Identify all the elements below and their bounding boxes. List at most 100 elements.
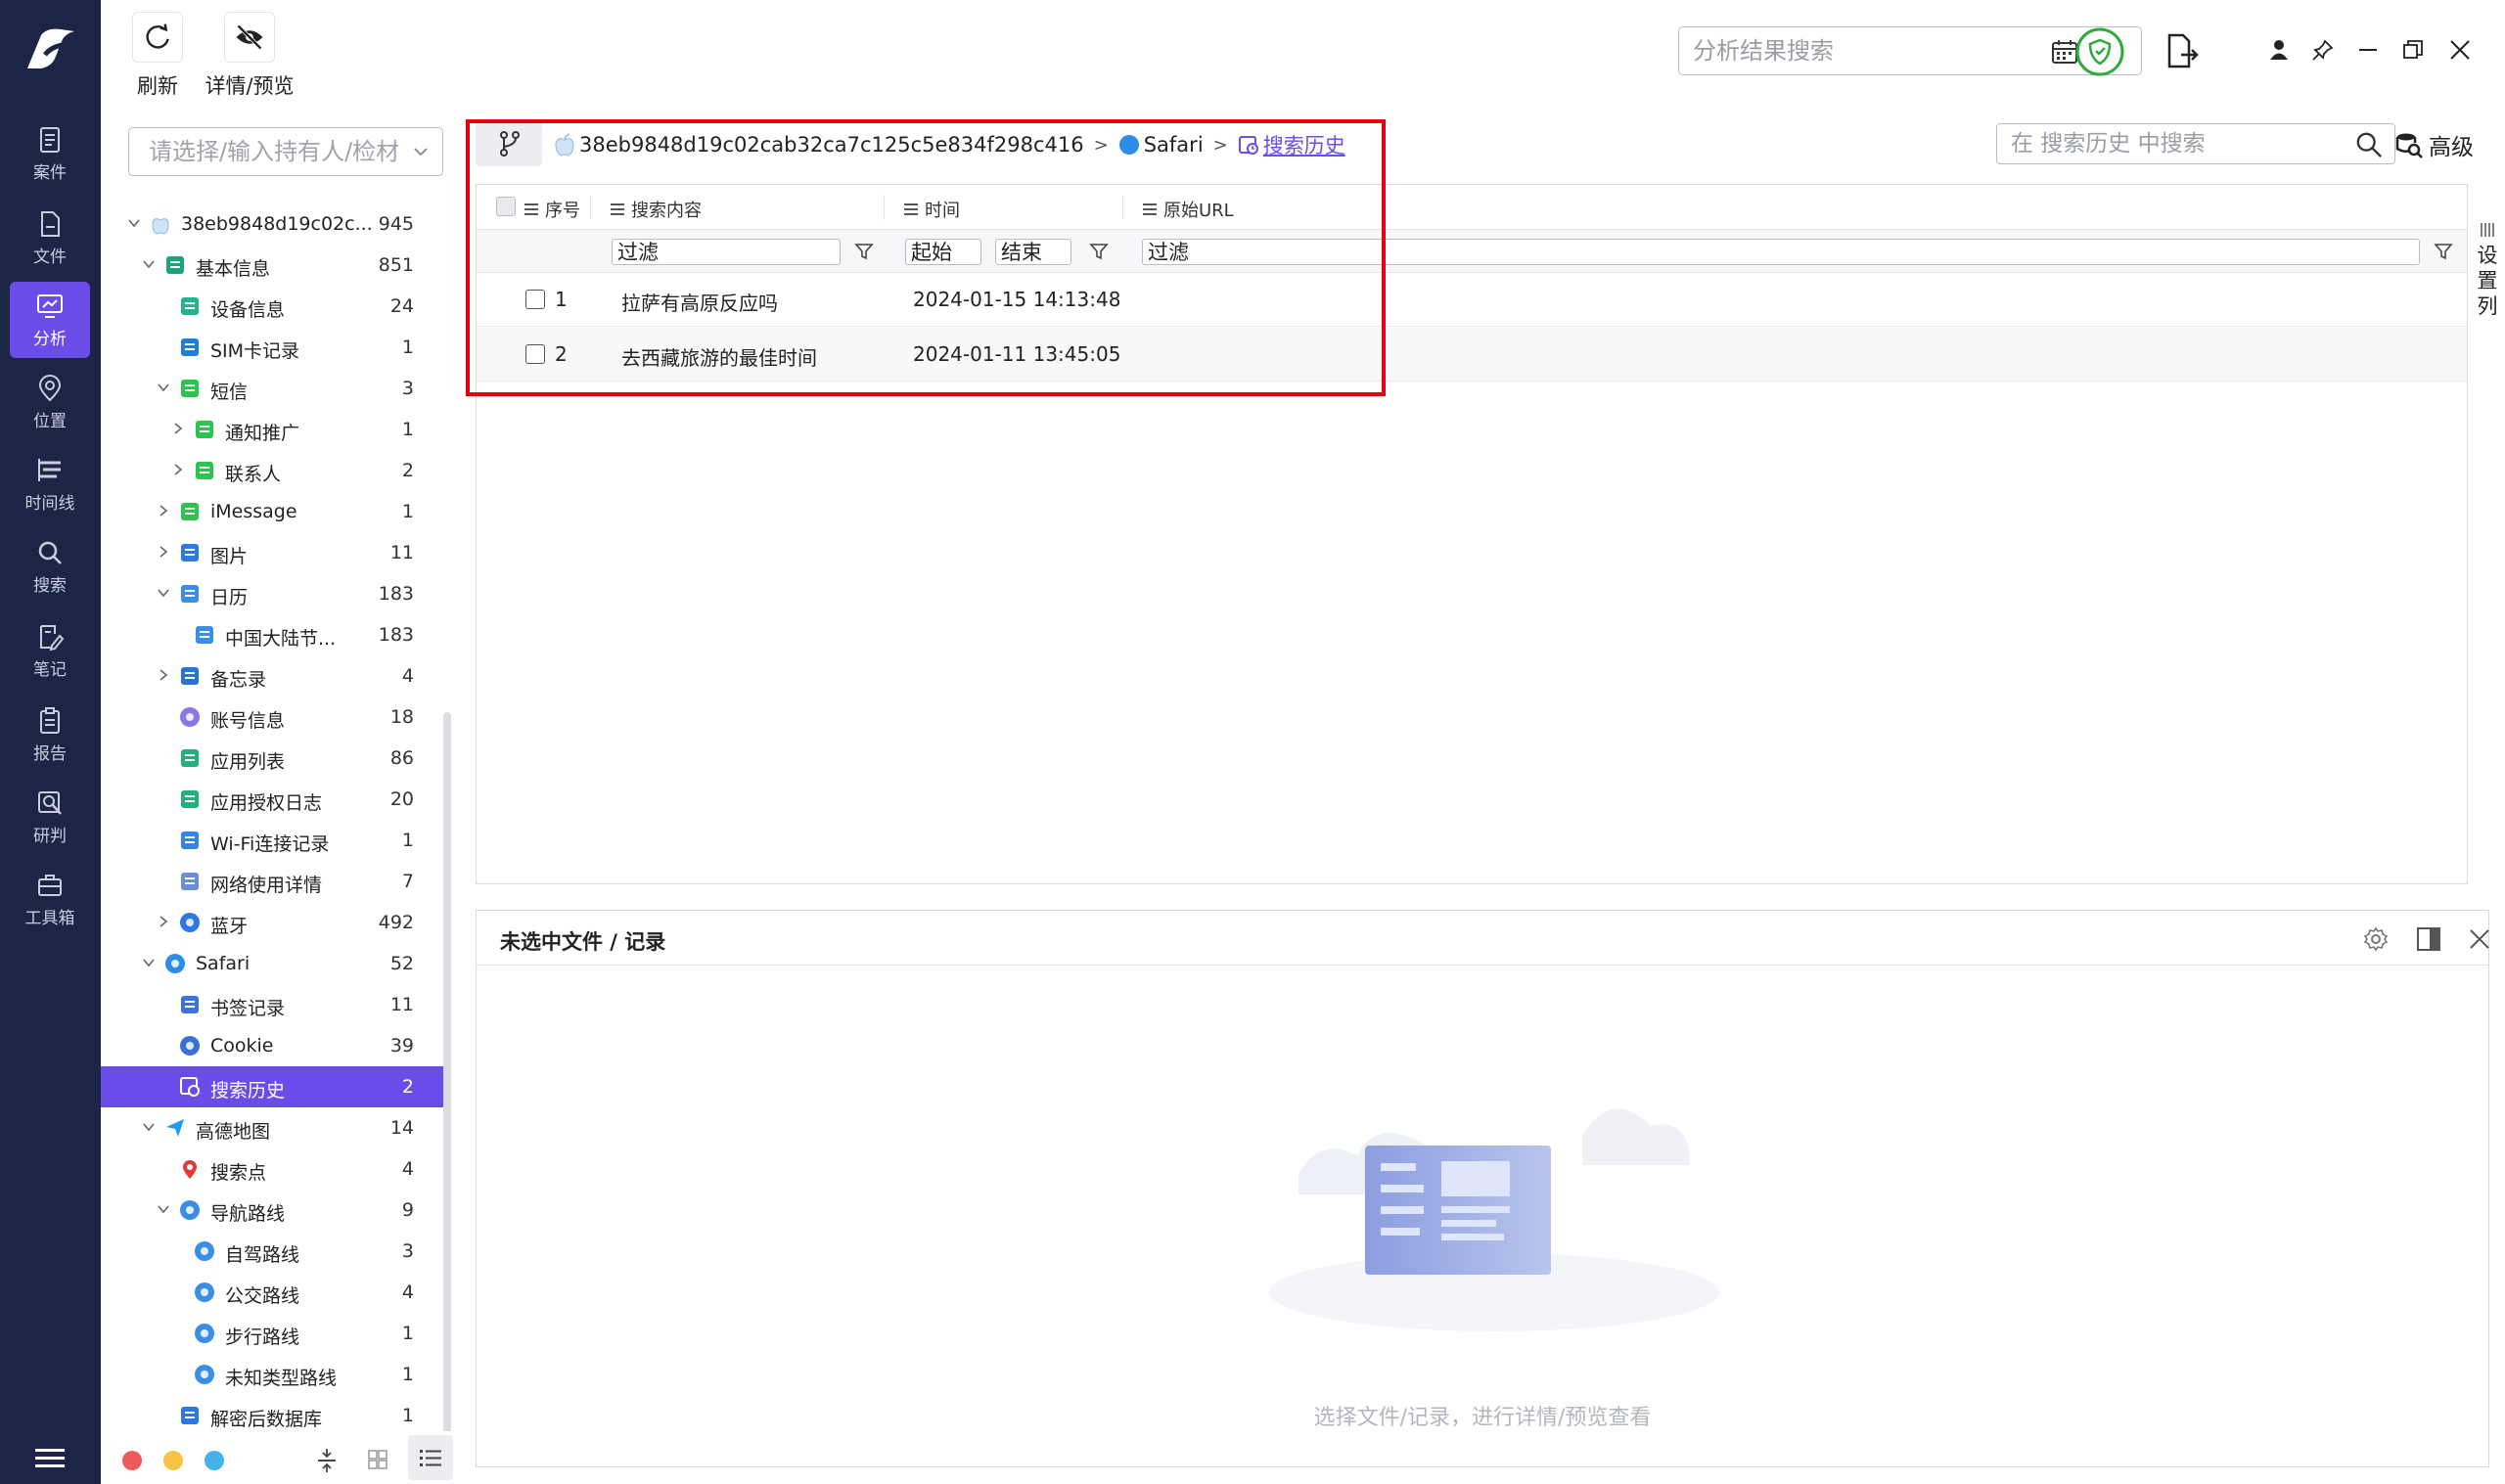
restore-icon[interactable] xyxy=(2402,39,2424,61)
user-icon[interactable] xyxy=(2269,39,2289,61)
set-columns-button[interactable]: 设置列 xyxy=(2470,184,2505,884)
tree-item[interactable]: 日历 183 xyxy=(101,573,443,614)
chevron-right-icon[interactable] xyxy=(156,667,171,683)
column-header-url[interactable]: 原始URL xyxy=(1142,197,1234,222)
column-divider[interactable] xyxy=(590,195,591,220)
close-icon[interactable] xyxy=(2469,928,2490,950)
nav-item-file[interactable]: 文件 xyxy=(10,200,90,276)
tree-item[interactable]: 书签记录 11 xyxy=(101,984,443,1025)
row-checkbox[interactable] xyxy=(525,344,545,364)
chevron-right-icon[interactable] xyxy=(170,462,186,477)
nav-item-search[interactable]: 搜索 xyxy=(10,528,90,605)
filter-icon[interactable] xyxy=(2434,242,2453,261)
yellow-dot-icon[interactable] xyxy=(163,1451,183,1470)
holder-select[interactable] xyxy=(128,127,443,176)
tree-item[interactable]: Cookie 39 xyxy=(101,1025,443,1066)
menu-icon[interactable] xyxy=(35,1448,65,1469)
pin-icon[interactable] xyxy=(2312,39,2334,61)
nav-item-judge[interactable]: 研判 xyxy=(10,779,90,855)
tree-item[interactable]: 账号信息 18 xyxy=(101,697,443,738)
grid-view-icon[interactable] xyxy=(367,1449,388,1470)
tree-scrollbar[interactable] xyxy=(443,712,451,1484)
chevron-right-icon[interactable] xyxy=(156,914,171,929)
detail-preview-button[interactable]: 详情/预览 xyxy=(195,12,304,100)
tree-item[interactable]: 应用授权日志 20 xyxy=(101,779,443,820)
tree-item[interactable]: 导航路线 9 xyxy=(101,1190,443,1231)
tree-item[interactable]: 应用列表 86 xyxy=(101,738,443,779)
chevron-down-icon[interactable] xyxy=(141,1119,157,1135)
inner-search-input[interactable] xyxy=(2011,129,2334,158)
filter-icon[interactable] xyxy=(854,242,874,261)
nav-item-report[interactable]: 报告 xyxy=(10,697,90,773)
chevron-down-icon[interactable] xyxy=(156,585,171,601)
collapse-all-icon[interactable] xyxy=(316,1447,338,1474)
chevron-right-icon[interactable] xyxy=(156,544,171,560)
close-icon[interactable] xyxy=(2449,39,2471,61)
refresh-button[interactable]: 刷新 xyxy=(114,12,201,100)
column-divider[interactable] xyxy=(1122,195,1123,220)
select-all-checkbox[interactable] xyxy=(496,197,516,216)
nav-item-analysis[interactable]: 分析 xyxy=(10,282,90,358)
table-row[interactable]: 1 拉萨有高原反应吗 2024-01-15 14:13:48 xyxy=(477,273,2467,327)
chevron-down-icon[interactable] xyxy=(156,1201,171,1217)
content-filter-input[interactable] xyxy=(612,239,841,265)
chevron-right-icon[interactable] xyxy=(156,503,171,518)
holder-select-input[interactable] xyxy=(149,137,398,166)
chevron-right-icon[interactable] xyxy=(170,421,186,436)
nav-item-timeline[interactable]: 时间线 xyxy=(10,446,90,522)
red-dot-icon[interactable] xyxy=(122,1451,142,1470)
tree-item[interactable]: 蓝牙 492 xyxy=(101,902,443,943)
blue-dot-icon[interactable] xyxy=(205,1451,224,1470)
column-header-time[interactable]: 时间 xyxy=(903,197,960,222)
tree-item[interactable]: 步行路线 1 xyxy=(101,1313,443,1354)
tree-item[interactable]: 搜索历史 2 xyxy=(101,1066,443,1107)
tree-item[interactable]: 备忘录 4 xyxy=(101,655,443,697)
nav-item-toolbox[interactable]: 工具箱 xyxy=(10,861,90,937)
chevron-down-icon[interactable] xyxy=(126,215,142,231)
time-start-input[interactable] xyxy=(905,239,981,265)
search-icon[interactable] xyxy=(2355,131,2383,158)
tree-item[interactable]: 38eb9848d19c02c... 945 xyxy=(101,203,443,245)
advanced-search-button[interactable]: 高级 xyxy=(2395,125,2493,164)
tree-item[interactable]: 设备信息 24 xyxy=(101,286,443,327)
nav-item-location[interactable]: 位置 xyxy=(10,364,90,440)
filter-icon[interactable] xyxy=(1089,242,1109,261)
tree-item[interactable]: 高德地图 14 xyxy=(101,1107,443,1148)
row-checkbox[interactable] xyxy=(525,290,545,309)
tree-item[interactable]: 未知类型路线 1 xyxy=(101,1354,443,1395)
tree-item[interactable]: 搜索点 4 xyxy=(101,1148,443,1190)
column-divider[interactable] xyxy=(884,195,885,220)
tree-item[interactable]: 基本信息 851 xyxy=(101,245,443,286)
breadcrumb-app[interactable]: Safari xyxy=(1144,133,1204,157)
tree-item[interactable]: 公交路线 4 xyxy=(101,1272,443,1313)
branch-button[interactable] xyxy=(476,121,542,166)
column-header-content[interactable]: 搜索内容 xyxy=(610,197,702,222)
column-header-index[interactable]: 序号 xyxy=(524,197,580,222)
tree-item[interactable]: 联系人 2 xyxy=(101,450,443,491)
tree-item[interactable]: iMessage 1 xyxy=(101,491,443,532)
list-view-button[interactable] xyxy=(408,1435,453,1480)
chevron-down-icon[interactable] xyxy=(141,256,157,272)
tree-item[interactable]: 解密后数据库 1 xyxy=(101,1395,443,1436)
tree-item[interactable]: Safari 52 xyxy=(101,943,443,984)
nav-item-note[interactable]: 笔记 xyxy=(10,612,90,689)
chevron-down-icon[interactable] xyxy=(141,955,157,970)
chevron-down-icon[interactable] xyxy=(156,380,171,395)
tree-item[interactable]: Wi-Fi连接记录 1 xyxy=(101,820,443,861)
table-row[interactable]: 2 去西藏旅游的最佳时间 2024-01-11 13:45:05 xyxy=(477,328,2467,382)
settings-gear-icon[interactable] xyxy=(2363,926,2389,952)
tree-item[interactable]: 自驾路线 3 xyxy=(101,1231,443,1272)
breadcrumb-device[interactable]: 38eb9848d19c02cab32ca7c125c5e834f298c416 xyxy=(579,133,1084,157)
tree-item[interactable]: 图片 11 xyxy=(101,532,443,573)
url-filter-input[interactable] xyxy=(1142,239,2420,265)
minimize-icon[interactable] xyxy=(2357,39,2379,61)
tree-item[interactable]: 短信 3 xyxy=(101,368,443,409)
tree-item[interactable]: 中国大陆节... 183 xyxy=(101,614,443,655)
panel-layout-icon[interactable] xyxy=(2416,926,2441,952)
time-end-input[interactable] xyxy=(995,239,1071,265)
nav-item-case[interactable]: 案件 xyxy=(10,115,90,192)
shield-status-icon[interactable] xyxy=(2074,26,2125,77)
tree-item[interactable]: SIM卡记录 1 xyxy=(101,327,443,368)
tree-item[interactable]: 通知推广 1 xyxy=(101,409,443,450)
tree-item[interactable]: 网络使用详情 7 xyxy=(101,861,443,902)
